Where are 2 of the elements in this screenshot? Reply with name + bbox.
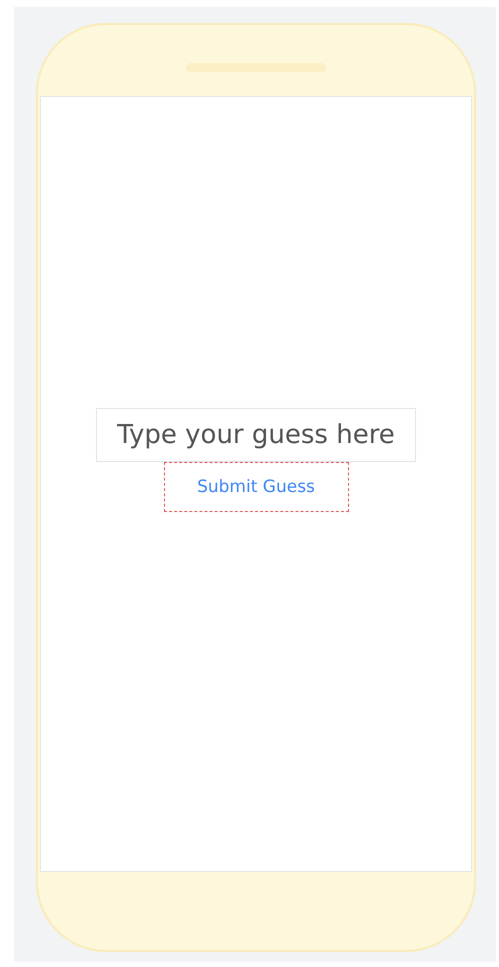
guess-field[interactable]: Type your guess here <box>96 408 416 462</box>
submit-button[interactable]: Submit Guess <box>164 462 348 512</box>
